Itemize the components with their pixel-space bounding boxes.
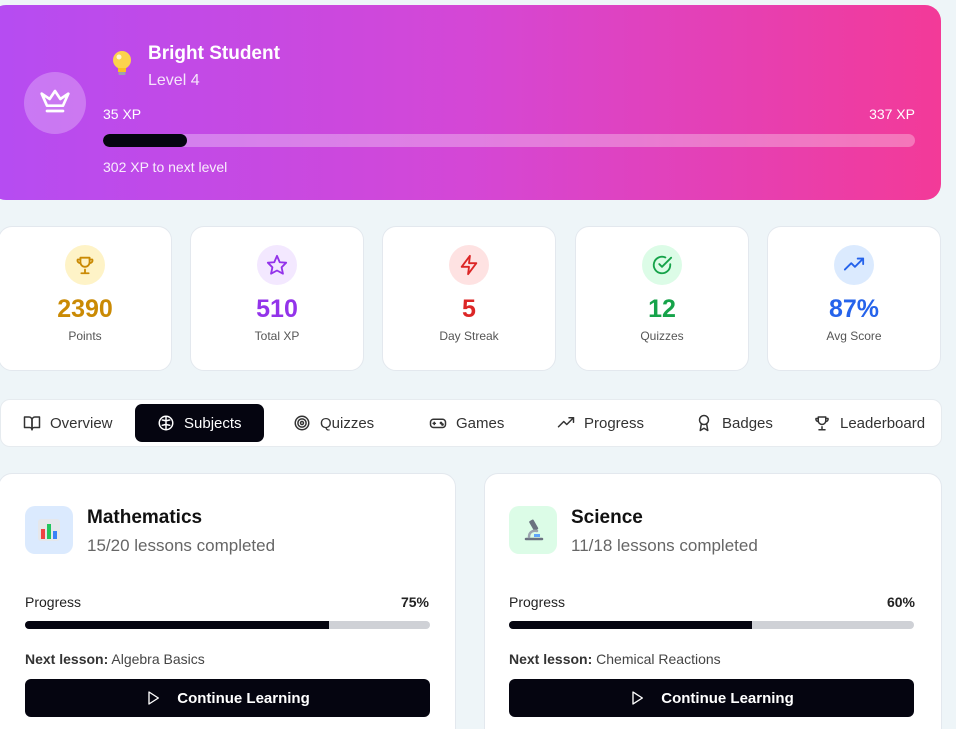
stat-icon-bg [834, 245, 874, 285]
trophy-icon [76, 256, 94, 275]
target-icon [294, 415, 310, 431]
subject-icon-bg [25, 506, 73, 554]
zap-icon [460, 254, 478, 276]
subject-progress-fill [25, 621, 329, 629]
gamepad-icon [429, 418, 447, 429]
stat-value: 510 [256, 295, 298, 323]
tab-leaderboard[interactable]: Leaderboard [791, 404, 925, 442]
tab-label: Progress [584, 414, 645, 432]
award-icon [698, 414, 710, 432]
stat-card-total-xp: 510 Total XP [190, 226, 364, 371]
tab-quizzes[interactable]: Quizzes [271, 404, 374, 442]
book-open-icon [23, 416, 41, 431]
stat-card-avg-score: 87% Avg Score [767, 226, 941, 371]
tab-badges[interactable]: Badges [673, 404, 773, 442]
tab-label: Quizzes [320, 414, 375, 432]
subject-lessons-completed: 11/18 lessons completed [571, 536, 758, 555]
stat-value: 5 [462, 295, 476, 323]
stat-label: Quizzes [640, 329, 684, 343]
stat-card-points: 2390 Points [0, 226, 172, 371]
tab-games[interactable]: Games [407, 404, 504, 442]
stat-icon-bg [642, 245, 682, 285]
profile-banner: Bright Student Level 4 35 XP 337 XP 302 … [0, 5, 941, 200]
stat-label: Avg Score [826, 329, 882, 343]
stat-card-day-streak: 5 Day Streak [382, 226, 556, 371]
subject-title: Science [571, 507, 643, 528]
student-name: Bright Student [148, 43, 280, 64]
tab-label: Games [456, 414, 505, 432]
tab-label: Overview [50, 414, 113, 432]
xp-target: 337 XP [869, 106, 915, 122]
subject-progress-bar [25, 621, 430, 629]
trending-up-icon [843, 257, 865, 271]
subject-progress-bar [509, 621, 914, 629]
star-icon [266, 254, 288, 275]
next-lesson-name: Chemical Reactions [596, 651, 721, 667]
crown-icon [40, 89, 70, 113]
play-icon [632, 691, 644, 705]
trophy-icon [815, 416, 829, 431]
tab-label: Subjects [184, 414, 242, 432]
microscope-icon [524, 519, 544, 541]
progress-label: Progress [25, 594, 82, 610]
xp-current: 35 XP [103, 106, 142, 122]
stat-label: Total XP [254, 329, 300, 343]
subject-icon-bg [509, 506, 557, 554]
tab-label: Leaderboard [840, 414, 926, 432]
stat-label: Day Streak [439, 329, 499, 343]
play-icon [148, 691, 160, 705]
stat-icon-bg [65, 245, 105, 285]
trending-up-icon [557, 417, 575, 428]
next-lesson: Next lesson: Algebra Basics [25, 651, 205, 667]
subject-lessons-completed: 15/20 lessons completed [87, 536, 276, 555]
subject-card-science: Science 11/18 lessons completed Progress… [484, 473, 942, 729]
button-label: Continue Learning [177, 689, 310, 707]
student-level: Level 4 [148, 72, 200, 89]
stat-card-quizzes: 12 Quizzes [575, 226, 749, 371]
bar-chart-icon [38, 519, 60, 541]
tab-subjects[interactable]: Subjects [135, 404, 264, 442]
tab-label: Badges [722, 414, 773, 432]
stat-value: 12 [648, 295, 676, 323]
next-lesson: Next lesson: Chemical Reactions [509, 651, 721, 667]
brain-icon [158, 415, 174, 431]
continue-learning-button[interactable]: Continue Learning [509, 679, 914, 717]
stat-value: 2390 [57, 295, 113, 323]
progress-percent: 60% [886, 594, 915, 610]
progress-label: Progress [509, 594, 566, 610]
xp-to-next-level: 302 XP to next level [103, 159, 228, 175]
stat-value: 87% [828, 295, 880, 323]
xp-progress-fill [103, 134, 188, 147]
xp-progress-bar [103, 134, 915, 147]
check-circle-icon [652, 255, 673, 275]
stat-label: Points [68, 329, 102, 343]
button-label: Continue Learning [661, 689, 794, 707]
next-lesson-name: Algebra Basics [111, 651, 205, 667]
progress-percent: 75% [400, 594, 429, 610]
tab-progress[interactable]: Progress [535, 404, 644, 442]
lightbulb-icon [113, 51, 131, 75]
stat-icon-bg [257, 245, 297, 285]
stat-icon-bg [449, 245, 489, 285]
tab-overview[interactable]: Overview [1, 404, 113, 442]
subject-card-mathematics: Mathematics 15/20 lessons completed Prog… [0, 473, 456, 729]
subject-progress-fill [509, 621, 752, 629]
avatar [24, 72, 86, 134]
next-lesson-label: Next lesson: [25, 651, 109, 667]
tab-bar: Overview Subjects Quizzes Games Progress… [0, 399, 942, 447]
continue-learning-button[interactable]: Continue Learning [25, 679, 430, 717]
next-lesson-label: Next lesson: [509, 651, 593, 667]
subject-title: Mathematics [87, 507, 203, 528]
